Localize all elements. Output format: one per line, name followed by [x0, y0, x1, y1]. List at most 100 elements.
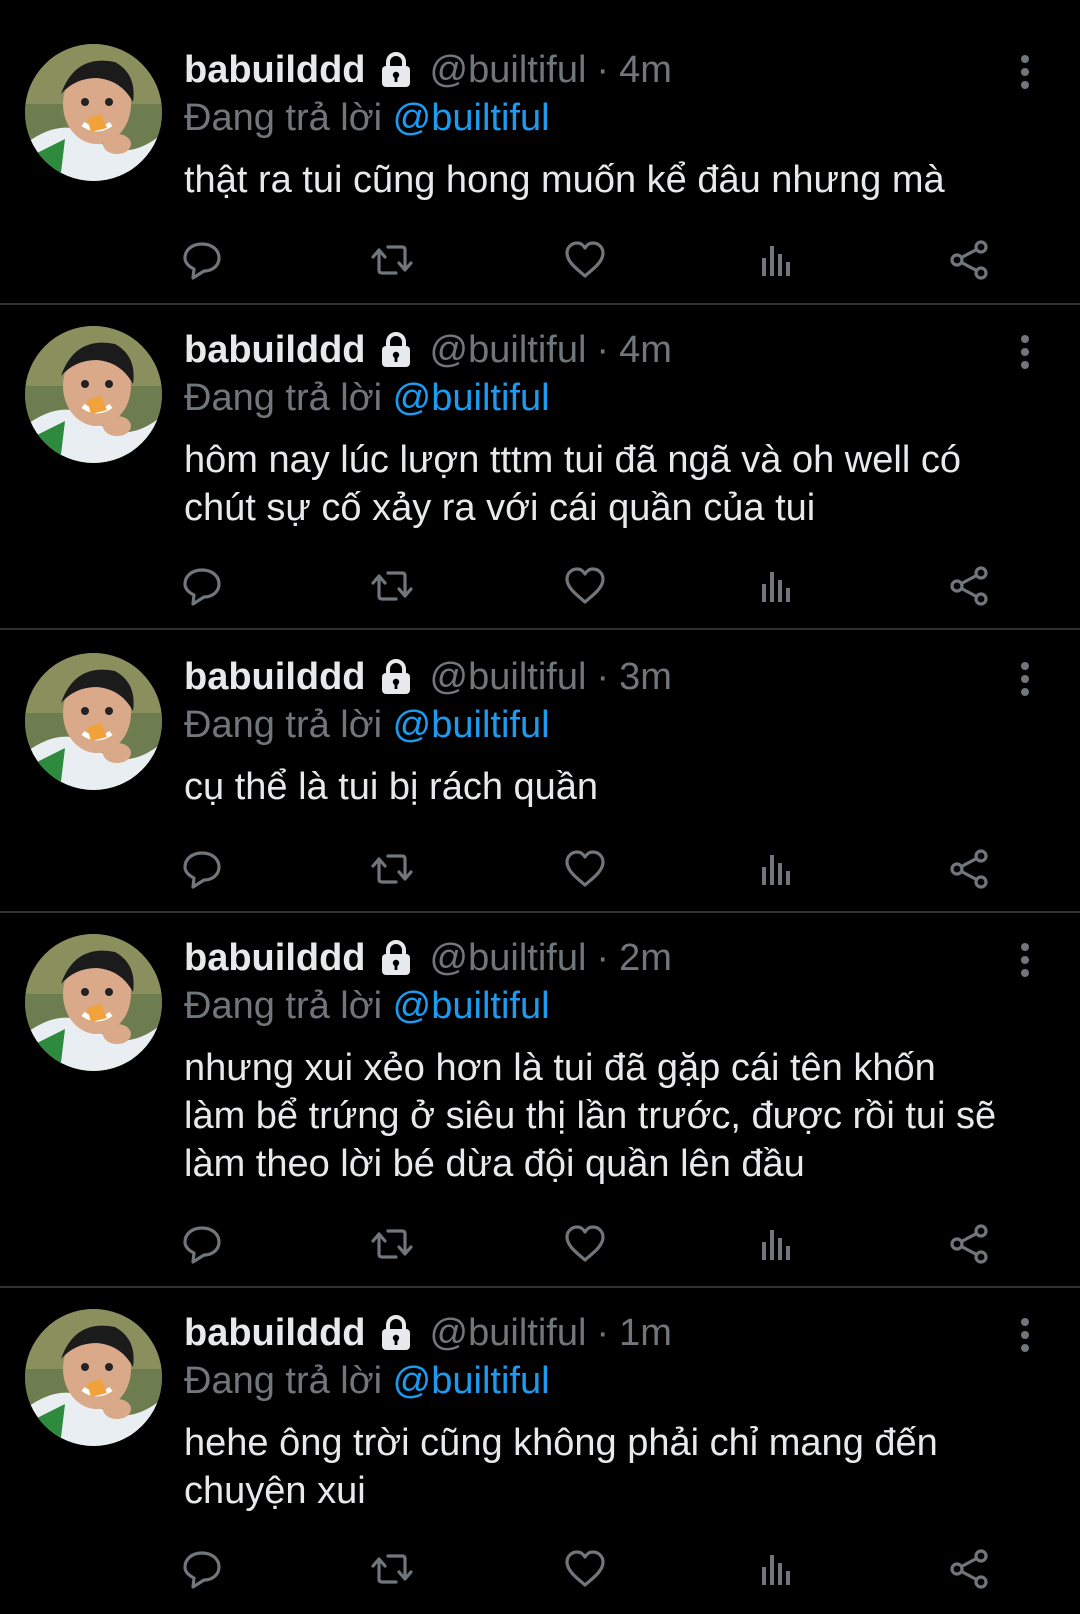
share-button[interactable]: [947, 1547, 991, 1591]
tweet-divider: [0, 628, 1080, 630]
share-button[interactable]: [947, 238, 991, 282]
handle[interactable]: @builtiful: [430, 1309, 587, 1357]
avatar-image: [25, 326, 162, 463]
reply-button[interactable]: [180, 564, 224, 608]
retweet-button[interactable]: [370, 1222, 414, 1266]
display-name[interactable]: babuilddd: [184, 326, 366, 374]
more-vertical-icon[interactable]: [1018, 942, 1032, 978]
reply-icon: [183, 851, 221, 889]
avatar[interactable]: [25, 653, 162, 790]
analytics-button[interactable]: [754, 1547, 798, 1591]
tweet[interactable]: babuilddd @builtiful · 3m Đang trả lời @…: [0, 631, 1080, 913]
action-bar: [183, 1222, 1020, 1266]
tweet-text: cụ thể là tui bị rách quần: [184, 766, 599, 808]
timestamp[interactable]: 3m: [619, 653, 672, 701]
analytics-icon: [762, 246, 790, 276]
tweet[interactable]: babuilddd @builtiful · 4m Đang trả lời @…: [0, 0, 1080, 305]
share-icon: [950, 566, 988, 606]
tweet[interactable]: babuilddd @builtiful · 1m Đang trả lời @…: [0, 1289, 1080, 1614]
analytics-icon: [762, 1230, 790, 1260]
lock-icon: [381, 659, 410, 694]
heart-icon: [565, 850, 605, 887]
reply-button[interactable]: [180, 1547, 224, 1591]
display-name[interactable]: babuilddd: [184, 1309, 366, 1357]
share-button[interactable]: [947, 847, 991, 891]
separator: ·: [596, 329, 610, 371]
tweet-header: babuilddd @builtiful · 2m: [184, 934, 1020, 982]
reply-mention-link[interactable]: @builtiful: [393, 377, 550, 419]
avatar[interactable]: [25, 1309, 162, 1446]
heart-icon: [565, 567, 605, 604]
separator: ·: [596, 49, 610, 91]
reply-button[interactable]: [180, 238, 224, 282]
share-icon: [950, 1224, 988, 1264]
retweet-button[interactable]: [370, 847, 414, 891]
more-vertical-icon[interactable]: [1018, 334, 1032, 370]
like-button[interactable]: [563, 238, 607, 282]
reply-mention-link[interactable]: @builtiful: [393, 704, 550, 746]
reply-mention-link[interactable]: @builtiful: [393, 985, 550, 1027]
tweet-body: babuilddd @builtiful · 1m Đang trả lời @…: [184, 1309, 1020, 1515]
action-bar: [183, 238, 1020, 282]
handle[interactable]: @builtiful: [430, 326, 587, 374]
like-button[interactable]: [563, 564, 607, 608]
retweet-icon: [371, 1229, 413, 1259]
analytics-button[interactable]: [754, 847, 798, 891]
retweet-icon: [371, 1554, 413, 1584]
reply-context: Đang trả lời @builtiful: [184, 374, 1020, 422]
more-vertical-icon[interactable]: [1018, 54, 1032, 90]
reply-button[interactable]: [180, 847, 224, 891]
tweet-body: babuilddd @builtiful · 4m Đang trả lời @…: [184, 46, 1020, 204]
display-name[interactable]: babuilddd: [184, 46, 366, 94]
separator: ·: [596, 937, 610, 979]
avatar[interactable]: [25, 44, 162, 181]
tweet-text: hôm nay lúc lượn tttm tui đã ngã và oh w…: [184, 439, 961, 529]
handle[interactable]: @builtiful: [430, 46, 587, 94]
heart-icon: [565, 1225, 605, 1262]
timestamp[interactable]: 2m: [619, 934, 672, 982]
reply-mention-link[interactable]: @builtiful: [393, 1360, 550, 1402]
lock-icon: [381, 1315, 410, 1350]
analytics-button[interactable]: [754, 564, 798, 608]
lock-icon: [381, 940, 410, 975]
handle[interactable]: @builtiful: [430, 934, 587, 982]
avatar[interactable]: [25, 934, 162, 1071]
share-icon: [950, 240, 988, 280]
analytics-button[interactable]: [754, 238, 798, 282]
more-vertical-icon[interactable]: [1018, 661, 1032, 697]
tweet-header: babuilddd @builtiful · 4m: [184, 46, 1020, 94]
share-button[interactable]: [947, 1222, 991, 1266]
timestamp[interactable]: 1m: [619, 1309, 672, 1357]
retweet-button[interactable]: [370, 1547, 414, 1591]
reply-context: Đang trả lời @builtiful: [184, 94, 1020, 142]
retweet-button[interactable]: [370, 238, 414, 282]
like-button[interactable]: [563, 1547, 607, 1591]
share-icon: [950, 1549, 988, 1589]
reply-prefix: Đang trả lời: [184, 377, 383, 419]
like-button[interactable]: [563, 1222, 607, 1266]
avatar[interactable]: [25, 326, 162, 463]
heart-icon: [565, 1550, 605, 1587]
timestamp[interactable]: 4m: [619, 46, 672, 94]
lock-icon: [381, 52, 410, 87]
more-vertical-icon[interactable]: [1018, 1317, 1032, 1353]
retweet-icon: [371, 571, 413, 601]
tweet[interactable]: babuilddd @builtiful · 2m Đang trả lời @…: [0, 914, 1080, 1288]
reply-prefix: Đang trả lời: [184, 985, 383, 1027]
tweet-header: babuilddd @builtiful · 4m: [184, 326, 1020, 374]
analytics-button[interactable]: [754, 1222, 798, 1266]
display-name[interactable]: babuilddd: [184, 653, 366, 701]
handle[interactable]: @builtiful: [430, 653, 587, 701]
reply-icon: [183, 1226, 221, 1264]
retweet-button[interactable]: [370, 564, 414, 608]
timestamp[interactable]: 4m: [619, 326, 672, 374]
reply-button[interactable]: [180, 1222, 224, 1266]
reply-icon: [183, 242, 221, 280]
like-button[interactable]: [563, 847, 607, 891]
share-button[interactable]: [947, 564, 991, 608]
tweet-header: babuilddd @builtiful · 1m: [184, 1309, 1020, 1357]
action-bar: [183, 564, 1020, 608]
reply-mention-link[interactable]: @builtiful: [393, 97, 550, 139]
display-name[interactable]: babuilddd: [184, 934, 366, 982]
tweet[interactable]: babuilddd @builtiful · 4m Đang trả lời @…: [0, 306, 1080, 630]
